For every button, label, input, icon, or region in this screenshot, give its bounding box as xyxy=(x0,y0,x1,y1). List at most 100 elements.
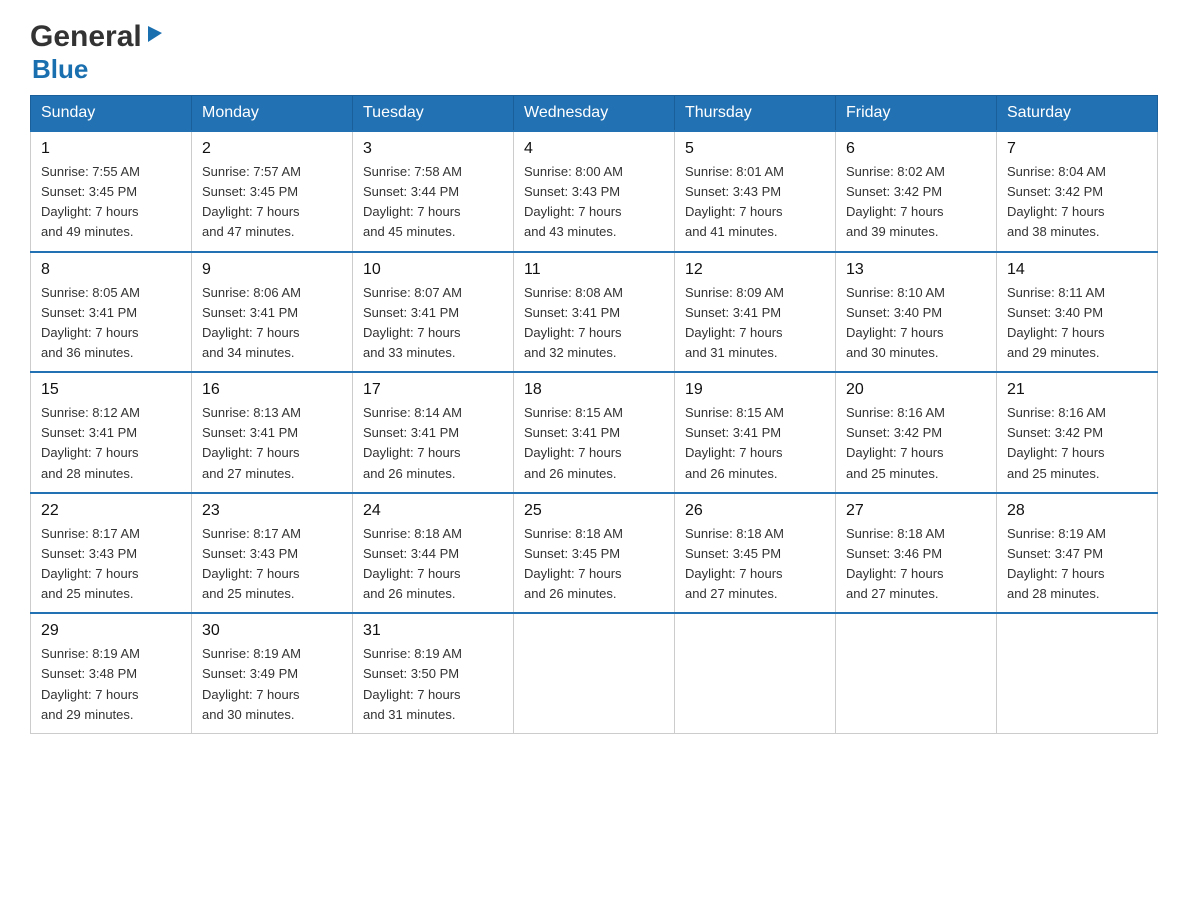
day-number: 6 xyxy=(846,140,986,158)
calendar-day-cell xyxy=(514,613,675,733)
day-number: 29 xyxy=(41,622,181,640)
calendar-day-header: Saturday xyxy=(997,96,1158,132)
day-number: 15 xyxy=(41,381,181,399)
day-info: Sunrise: 8:11 AM Sunset: 3:40 PM Dayligh… xyxy=(1007,283,1147,364)
calendar-day-cell: 24 Sunrise: 8:18 AM Sunset: 3:44 PM Dayl… xyxy=(353,493,514,614)
calendar-day-cell: 1 Sunrise: 7:55 AM Sunset: 3:45 PM Dayli… xyxy=(31,131,192,252)
day-info: Sunrise: 8:07 AM Sunset: 3:41 PM Dayligh… xyxy=(363,283,503,364)
page-header: General Blue xyxy=(30,20,1158,85)
calendar-day-cell: 11 Sunrise: 8:08 AM Sunset: 3:41 PM Dayl… xyxy=(514,252,675,373)
day-number: 25 xyxy=(524,502,664,520)
calendar-day-cell: 27 Sunrise: 8:18 AM Sunset: 3:46 PM Dayl… xyxy=(836,493,997,614)
day-number: 13 xyxy=(846,261,986,279)
calendar-day-cell: 29 Sunrise: 8:19 AM Sunset: 3:48 PM Dayl… xyxy=(31,613,192,733)
day-info: Sunrise: 8:05 AM Sunset: 3:41 PM Dayligh… xyxy=(41,283,181,364)
calendar-day-cell: 14 Sunrise: 8:11 AM Sunset: 3:40 PM Dayl… xyxy=(997,252,1158,373)
day-number: 26 xyxy=(685,502,825,520)
day-number: 18 xyxy=(524,381,664,399)
day-number: 31 xyxy=(363,622,503,640)
calendar-day-cell: 28 Sunrise: 8:19 AM Sunset: 3:47 PM Dayl… xyxy=(997,493,1158,614)
calendar-day-header: Wednesday xyxy=(514,96,675,132)
calendar-header-row: SundayMondayTuesdayWednesdayThursdayFrid… xyxy=(31,96,1158,132)
day-number: 3 xyxy=(363,140,503,158)
calendar-day-cell: 18 Sunrise: 8:15 AM Sunset: 3:41 PM Dayl… xyxy=(514,372,675,493)
day-info: Sunrise: 8:14 AM Sunset: 3:41 PM Dayligh… xyxy=(363,403,503,484)
calendar-day-cell: 10 Sunrise: 8:07 AM Sunset: 3:41 PM Dayl… xyxy=(353,252,514,373)
day-number: 19 xyxy=(685,381,825,399)
day-info: Sunrise: 8:17 AM Sunset: 3:43 PM Dayligh… xyxy=(202,524,342,605)
calendar-day-cell xyxy=(836,613,997,733)
calendar-day-header: Sunday xyxy=(31,96,192,132)
day-info: Sunrise: 8:19 AM Sunset: 3:49 PM Dayligh… xyxy=(202,644,342,725)
day-number: 5 xyxy=(685,140,825,158)
day-number: 2 xyxy=(202,140,342,158)
calendar-week-row: 22 Sunrise: 8:17 AM Sunset: 3:43 PM Dayl… xyxy=(31,493,1158,614)
calendar-day-cell: 20 Sunrise: 8:16 AM Sunset: 3:42 PM Dayl… xyxy=(836,372,997,493)
day-info: Sunrise: 8:15 AM Sunset: 3:41 PM Dayligh… xyxy=(524,403,664,484)
day-number: 28 xyxy=(1007,502,1147,520)
day-number: 1 xyxy=(41,140,181,158)
calendar-day-cell: 17 Sunrise: 8:14 AM Sunset: 3:41 PM Dayl… xyxy=(353,372,514,493)
calendar-week-row: 1 Sunrise: 7:55 AM Sunset: 3:45 PM Dayli… xyxy=(31,131,1158,252)
day-number: 9 xyxy=(202,261,342,279)
calendar-day-cell: 2 Sunrise: 7:57 AM Sunset: 3:45 PM Dayli… xyxy=(192,131,353,252)
day-info: Sunrise: 8:08 AM Sunset: 3:41 PM Dayligh… xyxy=(524,283,664,364)
calendar-day-cell: 6 Sunrise: 8:02 AM Sunset: 3:42 PM Dayli… xyxy=(836,131,997,252)
day-number: 14 xyxy=(1007,261,1147,279)
day-info: Sunrise: 8:09 AM Sunset: 3:41 PM Dayligh… xyxy=(685,283,825,364)
calendar-day-cell: 16 Sunrise: 8:13 AM Sunset: 3:41 PM Dayl… xyxy=(192,372,353,493)
calendar-day-cell: 25 Sunrise: 8:18 AM Sunset: 3:45 PM Dayl… xyxy=(514,493,675,614)
calendar-day-header: Tuesday xyxy=(353,96,514,132)
day-info: Sunrise: 8:18 AM Sunset: 3:45 PM Dayligh… xyxy=(524,524,664,605)
calendar-day-cell: 12 Sunrise: 8:09 AM Sunset: 3:41 PM Dayl… xyxy=(675,252,836,373)
logo-arrow-icon xyxy=(144,22,166,49)
day-number: 30 xyxy=(202,622,342,640)
day-info: Sunrise: 8:13 AM Sunset: 3:41 PM Dayligh… xyxy=(202,403,342,484)
day-number: 8 xyxy=(41,261,181,279)
calendar-day-cell: 3 Sunrise: 7:58 AM Sunset: 3:44 PM Dayli… xyxy=(353,131,514,252)
day-number: 21 xyxy=(1007,381,1147,399)
calendar-day-cell: 7 Sunrise: 8:04 AM Sunset: 3:42 PM Dayli… xyxy=(997,131,1158,252)
day-info: Sunrise: 8:15 AM Sunset: 3:41 PM Dayligh… xyxy=(685,403,825,484)
calendar-day-cell: 9 Sunrise: 8:06 AM Sunset: 3:41 PM Dayli… xyxy=(192,252,353,373)
calendar-week-row: 8 Sunrise: 8:05 AM Sunset: 3:41 PM Dayli… xyxy=(31,252,1158,373)
day-number: 12 xyxy=(685,261,825,279)
calendar-day-cell: 21 Sunrise: 8:16 AM Sunset: 3:42 PM Dayl… xyxy=(997,372,1158,493)
day-info: Sunrise: 8:06 AM Sunset: 3:41 PM Dayligh… xyxy=(202,283,342,364)
calendar-day-header: Friday xyxy=(836,96,997,132)
day-info: Sunrise: 8:04 AM Sunset: 3:42 PM Dayligh… xyxy=(1007,162,1147,243)
day-info: Sunrise: 8:01 AM Sunset: 3:43 PM Dayligh… xyxy=(685,162,825,243)
day-number: 17 xyxy=(363,381,503,399)
calendar-day-header: Monday xyxy=(192,96,353,132)
day-info: Sunrise: 8:16 AM Sunset: 3:42 PM Dayligh… xyxy=(1007,403,1147,484)
logo-general-text: General xyxy=(30,20,142,54)
calendar-day-cell: 4 Sunrise: 8:00 AM Sunset: 3:43 PM Dayli… xyxy=(514,131,675,252)
day-number: 11 xyxy=(524,261,664,279)
day-number: 23 xyxy=(202,502,342,520)
day-number: 27 xyxy=(846,502,986,520)
day-info: Sunrise: 8:19 AM Sunset: 3:48 PM Dayligh… xyxy=(41,644,181,725)
day-number: 24 xyxy=(363,502,503,520)
day-info: Sunrise: 8:18 AM Sunset: 3:45 PM Dayligh… xyxy=(685,524,825,605)
day-info: Sunrise: 8:18 AM Sunset: 3:46 PM Dayligh… xyxy=(846,524,986,605)
day-info: Sunrise: 8:19 AM Sunset: 3:47 PM Dayligh… xyxy=(1007,524,1147,605)
logo: General Blue xyxy=(30,20,166,85)
day-info: Sunrise: 8:00 AM Sunset: 3:43 PM Dayligh… xyxy=(524,162,664,243)
day-info: Sunrise: 8:02 AM Sunset: 3:42 PM Dayligh… xyxy=(846,162,986,243)
day-info: Sunrise: 8:17 AM Sunset: 3:43 PM Dayligh… xyxy=(41,524,181,605)
calendar-day-cell: 15 Sunrise: 8:12 AM Sunset: 3:41 PM Dayl… xyxy=(31,372,192,493)
day-number: 4 xyxy=(524,140,664,158)
logo-blue-text: Blue xyxy=(32,54,88,84)
day-number: 22 xyxy=(41,502,181,520)
calendar-day-cell: 23 Sunrise: 8:17 AM Sunset: 3:43 PM Dayl… xyxy=(192,493,353,614)
calendar-day-cell: 26 Sunrise: 8:18 AM Sunset: 3:45 PM Dayl… xyxy=(675,493,836,614)
day-info: Sunrise: 7:58 AM Sunset: 3:44 PM Dayligh… xyxy=(363,162,503,243)
calendar-week-row: 29 Sunrise: 8:19 AM Sunset: 3:48 PM Dayl… xyxy=(31,613,1158,733)
calendar-day-header: Thursday xyxy=(675,96,836,132)
day-info: Sunrise: 8:19 AM Sunset: 3:50 PM Dayligh… xyxy=(363,644,503,725)
calendar-day-cell: 30 Sunrise: 8:19 AM Sunset: 3:49 PM Dayl… xyxy=(192,613,353,733)
calendar-day-cell: 22 Sunrise: 8:17 AM Sunset: 3:43 PM Dayl… xyxy=(31,493,192,614)
calendar-week-row: 15 Sunrise: 8:12 AM Sunset: 3:41 PM Dayl… xyxy=(31,372,1158,493)
day-info: Sunrise: 8:12 AM Sunset: 3:41 PM Dayligh… xyxy=(41,403,181,484)
day-info: Sunrise: 8:10 AM Sunset: 3:40 PM Dayligh… xyxy=(846,283,986,364)
